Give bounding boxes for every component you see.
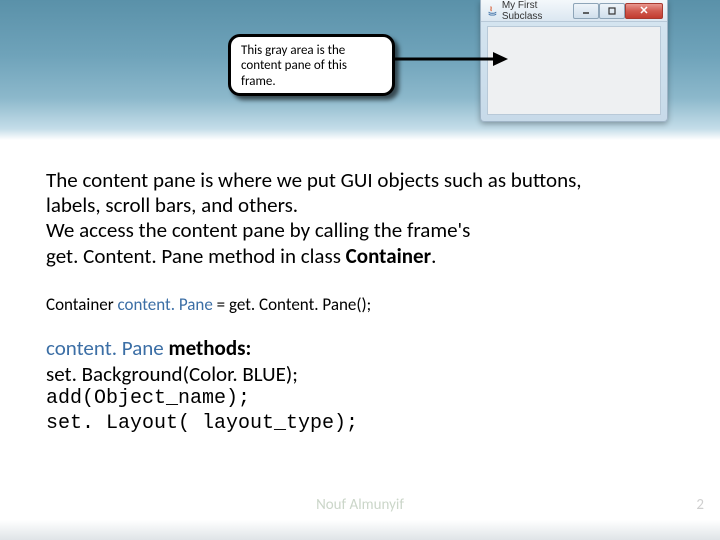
slide: This gray area is the content pane of th… xyxy=(0,0,720,540)
window-title-left: My First Subclass xyxy=(487,0,573,22)
body-line-4b: Container xyxy=(346,243,431,269)
decl-a: Container xyxy=(46,294,114,315)
body-line-4c: . xyxy=(431,243,436,269)
methods-block: content. Pane methods: set. Background(C… xyxy=(46,336,686,436)
window-frame: My First Subclass ✕ xyxy=(480,0,668,122)
methods-title-a: content. Pane xyxy=(46,335,168,361)
body-line-3: We access the content pane by calling th… xyxy=(46,217,470,243)
window-title: My First Subclass xyxy=(502,0,573,22)
bottom-edge xyxy=(0,520,720,540)
methods-title: content. Pane methods: xyxy=(46,336,686,362)
minimize-button[interactable] xyxy=(573,3,599,19)
callout-text: This gray area is the content pane of th… xyxy=(241,43,347,89)
window-buttons: ✕ xyxy=(573,3,663,19)
methods-title-b: methods: xyxy=(168,335,251,361)
window-content-pane xyxy=(487,26,661,115)
body-line-4a: get. Content. Pane method in class xyxy=(46,243,346,269)
decl-b: content. Pane xyxy=(118,294,217,315)
methods-line-3: set. Layout( layout_type); xyxy=(46,412,686,436)
body-paragraph: The content pane is where we put GUI obj… xyxy=(46,168,676,269)
close-icon: ✕ xyxy=(639,4,648,17)
maximize-icon xyxy=(607,7,617,15)
body-line-1: The content pane is where we put GUI obj… xyxy=(46,167,582,193)
java-icon xyxy=(487,5,498,17)
maximize-button[interactable] xyxy=(599,3,625,19)
code-declaration: Container content. Pane = get. Content. … xyxy=(46,294,686,315)
page-number: 2 xyxy=(696,496,704,514)
methods-line-1: set. Background(Color. BLUE); xyxy=(46,362,686,388)
methods-line-2: add(Object_name); xyxy=(46,387,686,411)
footer-watermark: Nouf Almunyif xyxy=(0,496,720,514)
arrow-icon xyxy=(393,48,508,70)
minimize-icon xyxy=(581,7,591,15)
window-titlebar: My First Subclass ✕ xyxy=(481,0,667,22)
body-line-2: labels, scroll bars, and others. xyxy=(46,192,298,218)
callout-box: This gray area is the content pane of th… xyxy=(228,34,395,96)
decl-c: = get. Content. Pane(); xyxy=(217,294,372,315)
close-button[interactable]: ✕ xyxy=(625,3,663,19)
